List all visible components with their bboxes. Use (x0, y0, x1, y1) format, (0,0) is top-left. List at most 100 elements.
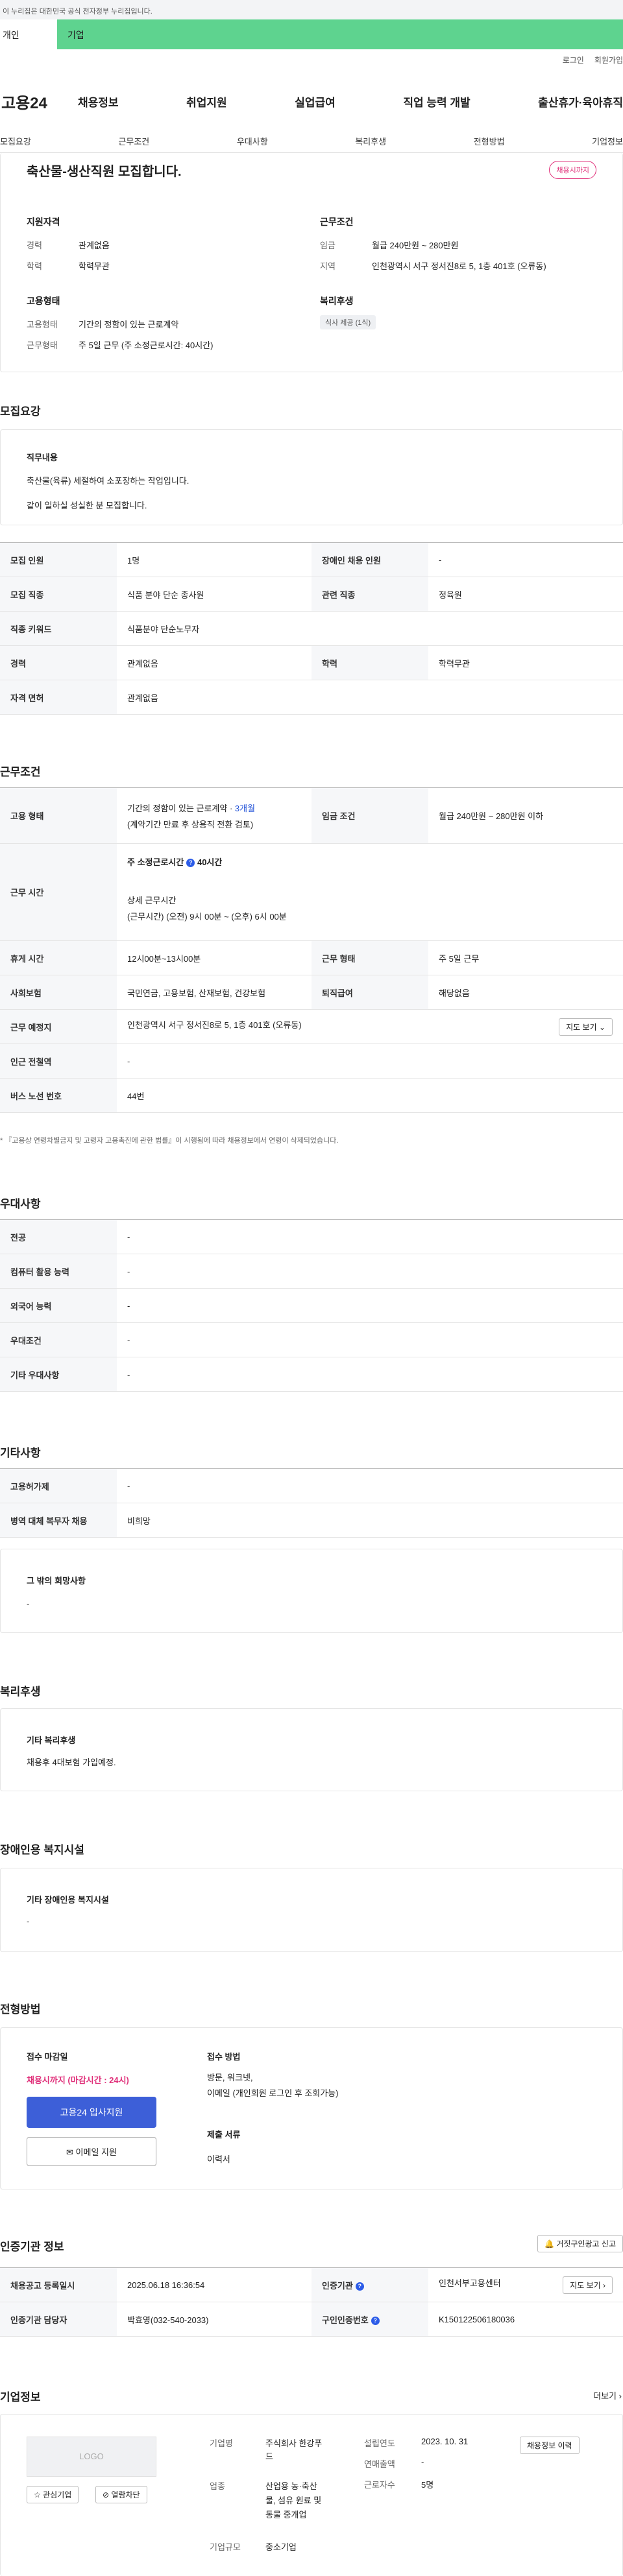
gnb-item-training[interactable]: 직업 능력 개발 (403, 93, 470, 110)
wage-label: 임금 (320, 241, 336, 250)
welfare-section-title: 복리후생 (0, 1686, 41, 1698)
subnav-conditions[interactable]: 근무조건 (118, 135, 149, 152)
other-wish-box: 그 밖의 희망사항 - (0, 1549, 623, 1633)
apply-button[interactable]: 고용24 입사지원 (27, 2097, 156, 2128)
table-header: 근무 예정지 (0, 1009, 117, 1044)
company-size-value: 중소기업 (265, 2542, 297, 2552)
other-wish-title: 그 밖의 희망사항 (27, 1576, 86, 1586)
report-button[interactable]: 🔔 거짓구인광고 신고 (537, 2235, 623, 2252)
block-icon: ⊘ (103, 2490, 110, 2499)
table-header: 전공 (0, 1219, 117, 1254)
section-nav: 모집요강 근무조건 우대사항 복리후생 전형방법 기업정보 (0, 130, 623, 153)
found-value: 2023. 10. 31 (421, 2437, 469, 2446)
table-header: 인증기관 담당자 (0, 2302, 117, 2337)
table-header: 모집 직종 (0, 577, 117, 612)
disabled-box-value: - (27, 1916, 30, 1926)
company-name-1: 주식회사 한강푸 (265, 2439, 323, 2448)
table-cell: 해당없음 (428, 975, 623, 1010)
recruit-section-title: 모집요강 (0, 405, 41, 418)
global-nav: 고용24 채용정보 취업지원 실업급여 직업 능력 개발 출산휴가·육아휴직 (0, 82, 623, 121)
subnav-process[interactable]: 전형방법 (474, 135, 505, 152)
qualification-title: 지원자격 (27, 217, 60, 227)
mail-icon: ✉ (66, 2147, 73, 2157)
login-link[interactable]: 로그인 (563, 54, 584, 66)
subnav-company[interactable]: 기업정보 (592, 135, 623, 152)
deadline-label: 접수 마감일 (27, 2052, 68, 2062)
region-value: 인천광역시 서구 정서진8로 5, 1층 401호 (오류동) (372, 261, 546, 271)
table-header: 근무 시간 (0, 843, 117, 941)
email-apply-button[interactable]: ✉ 이메일 지원 (27, 2137, 156, 2166)
process-box: 접수 마감일 채용시까지 (마감시간 : 24시) 고용24 입사지원 ✉ 이메… (0, 2027, 623, 2189)
table-header: 임금 조건 (312, 787, 428, 844)
preference-section-title: 우대사항 (0, 1198, 41, 1210)
table-row: 근무 시간 주 소정근로시간? 40시간 상세 근무시간 (근무시간) (오전)… (0, 843, 623, 941)
conditions-table: 고용 형태 기간의 정함이 있는 근로계약 · 3개월 (계약기간 만료 후 상… (0, 787, 623, 1113)
work-title: 근무조건 (320, 217, 354, 227)
table-cell: 관계없음 (117, 645, 312, 680)
region-label: 지역 (320, 261, 336, 271)
table-header: 우대조건 (0, 1322, 117, 1357)
table-row: 전공 - (0, 1219, 623, 1254)
tab-personal[interactable]: 개인 (0, 19, 57, 49)
table-row: 사회보험 국민연금, 고용보험, 산재보험, 건강보험 퇴직급여 해당없음 (0, 975, 623, 1010)
table-header: 고용허가제 (0, 1468, 117, 1503)
table-cell: 식품 분야 단순 종사원 (117, 577, 312, 612)
gnb-item-jobs[interactable]: 채용정보 (78, 93, 119, 110)
info-icon[interactable]: ? (371, 2316, 380, 2325)
table-cell: 12시00분~13시00분 (117, 940, 312, 975)
detail-hours-value: (근무시간) (오전) 9시 00분 ~ (오후) 6시 00분 (127, 912, 287, 922)
table-row: 외국어 능력 - (0, 1288, 623, 1323)
emp-value: 기간의 정함이 있는 근로계약 (79, 320, 179, 329)
industry-1: 산업용 농·축산 (265, 2481, 317, 2491)
table-header: 기타 우대사항 (0, 1357, 117, 1392)
etc-section-title: 기타사항 (0, 1447, 41, 1459)
table-cell: 박효영(032-540-2033) (117, 2302, 312, 2337)
org-map-button[interactable]: 지도 보기 › (563, 2276, 613, 2294)
subnav-recruit[interactable]: 모집요강 (0, 135, 31, 152)
welfare-title: 복리후생 (320, 296, 354, 306)
table-cell: 주 5일 근무 (428, 940, 623, 975)
company-box: LOGO ☆ 관심기업 ⊘ 열람차단 기업명 주식회사 한강푸 드 업종 산업용… (0, 2414, 623, 2576)
wage-value: 월급 240만원 ~ 280만원 (372, 241, 459, 250)
favorite-company-button[interactable]: ☆ 관심기업 (27, 2486, 79, 2503)
star-icon: ☆ (34, 2490, 41, 2499)
edu-value: 학력무관 (79, 261, 110, 271)
top-links: 로그인 회원가입 (563, 54, 623, 66)
weekly-hours-label: 주 소정근로시간 (127, 857, 184, 867)
gnb-item-benefit[interactable]: 실업급여 (295, 93, 336, 110)
process-section-title: 전형방법 (0, 2003, 41, 2016)
hiring-history-button[interactable]: 채용정보 이력 (520, 2437, 580, 2454)
info-icon[interactable]: ? (186, 859, 195, 868)
subnav-preference[interactable]: 우대사항 (237, 135, 268, 152)
site-logo[interactable]: 고용24 (0, 90, 78, 113)
table-header: 채용공고 등록일시 (0, 2267, 117, 2302)
table-cell: K150122506180036 (428, 2302, 623, 2337)
table-row: 채용공고 등록일시 2025.06.18 16:36:54 인증기관? 인천서부… (0, 2267, 623, 2302)
job-summary-card: 축산물-생산직원 모집합니다. 채용시까지 지원자격 경력 관계없음 학력 학력… (0, 153, 623, 372)
table-header: 자격 면허 (0, 680, 117, 715)
table-row: 모집 직종 식품 분야 단순 종사원 관련 직종 정육원 (0, 577, 623, 612)
table-cell: - (117, 1044, 623, 1079)
sales-value: - (421, 2457, 424, 2467)
join-link[interactable]: 회원가입 (594, 54, 623, 66)
table-cell: 1명 (117, 542, 312, 577)
block-company-button[interactable]: ⊘ 열람차단 (95, 2486, 147, 2503)
table-row: 버스 노선 번호 44번 (0, 1078, 623, 1113)
emp-type-text: 기간의 정함이 있는 근로계약 · (127, 803, 235, 813)
table-cell: - (428, 542, 623, 577)
industry-3: 동물 중개업 (265, 2510, 307, 2520)
table-header: 버스 노선 번호 (0, 1078, 117, 1113)
table-cell: 정육원 (428, 577, 623, 612)
gnb-item-support[interactable]: 취업지원 (186, 93, 227, 110)
chevron-right-icon: › (618, 2391, 622, 2401)
info-icon[interactable]: ? (355, 2282, 364, 2291)
emp-title: 고용형태 (27, 296, 60, 306)
table-cell: 주 소정근로시간? 40시간 상세 근무시간 (근무시간) (오전) 9시 00… (117, 843, 623, 941)
subnav-welfare[interactable]: 복리후생 (355, 135, 386, 152)
gnb-item-leave[interactable]: 출산휴가·육아휴직 (538, 93, 623, 110)
company-more-link[interactable]: 더보기 › (593, 2389, 622, 2402)
table-header: 직종 키워드 (0, 611, 117, 646)
map-view-button[interactable]: 지도 보기 ⌄ (559, 1018, 613, 1036)
tab-company[interactable]: 기업 (57, 19, 84, 49)
table-row: 모집 인원 1명 장애인 채용 인원 - (0, 542, 623, 577)
